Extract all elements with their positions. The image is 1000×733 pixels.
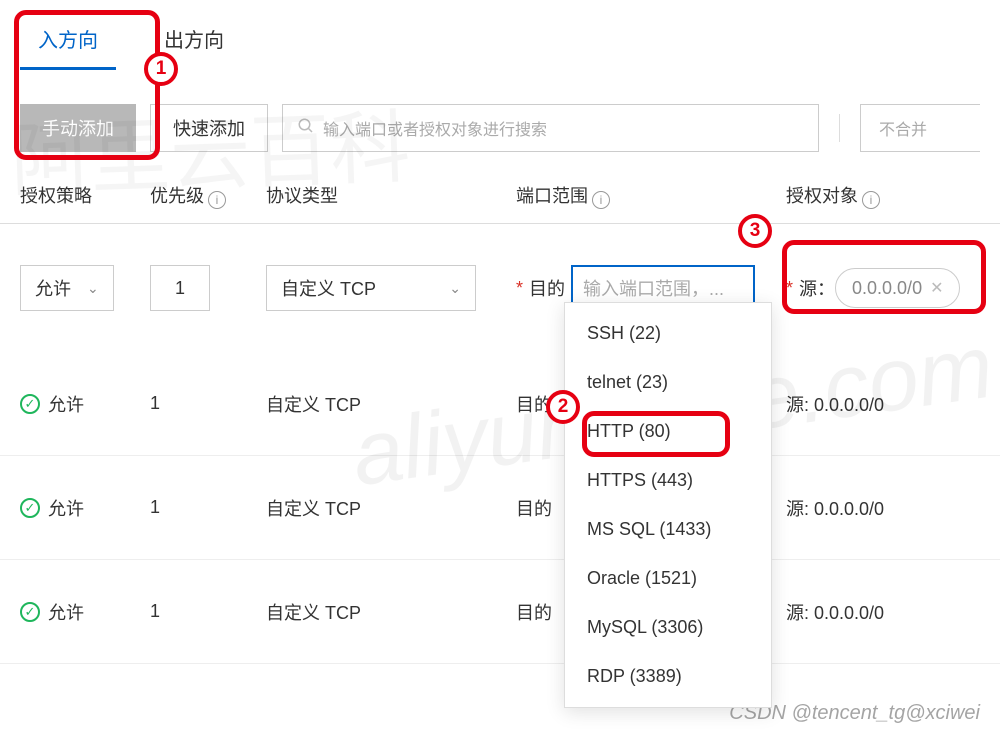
chevron-down-icon: ⌄ [87,280,99,297]
search-placeholder: 输入端口或者授权对象进行搜索 [323,116,547,140]
cell-source: 源: 0.0.0.0/0 [786,391,980,417]
source-label: 源： [799,275,835,301]
cell-priority: 1 [150,601,266,622]
cell-source: 源: 0.0.0.0/0 [786,599,980,625]
col-header-port: 端口范围i [516,182,786,209]
info-icon[interactable]: i [862,191,880,209]
dropdown-item-telnet[interactable]: telnet (23) [565,358,771,407]
col-header-policy: 授权策略 [20,182,150,209]
policy-select[interactable]: 允许 ⌄ [20,265,114,311]
info-icon[interactable]: i [208,191,226,209]
cell-protocol: 自定义 TCP [266,495,516,521]
table-header: 授权策略 优先级i 协议类型 端口范围i 授权对象i [0,152,1000,224]
divider [839,114,840,142]
manual-add-button[interactable]: 手动添加 [20,104,136,152]
cell-policy: 允许 [48,599,84,625]
dropdown-item-mysql[interactable]: MySQL (3306) [565,603,771,652]
quick-add-button[interactable]: 快速添加 [150,104,268,152]
dropdown-item-rdp[interactable]: RDP (3389) [565,652,771,701]
dropdown-item-ssh[interactable]: SSH (22) [565,309,771,358]
policy-value: 允许 [35,275,71,301]
cell-source: 源: 0.0.0.0/0 [786,495,980,521]
cell-protocol: 自定义 TCP [266,599,516,625]
check-icon: ✓ [20,394,40,414]
cell-policy: 允许 [48,391,84,417]
source-chip[interactable]: 0.0.0.0/0 ✕ [835,268,960,308]
dropdown-item-http[interactable]: HTTP (80) [565,407,771,456]
cell-protocol: 自定义 TCP [266,391,516,417]
protocol-value: 自定义 TCP [281,275,376,301]
check-icon: ✓ [20,498,40,518]
tab-inbound[interactable]: 入方向 [20,8,116,70]
port-dropdown: SSH (22) telnet (23) HTTP (80) HTTPS (44… [564,302,772,708]
edit-row: 允许 ⌄ 1 自定义 TCP ⌄ * 目的 输入端口范围，... * 源： 0.… [0,224,1000,352]
col-header-target: 授权对象i [786,182,980,209]
cell-policy: 允许 [48,495,84,521]
annotation-badge-2: 2 [546,390,580,424]
table-row: ✓ 允许 1 自定义 TCP 目的 源: 0.0.0.0/0 [0,352,1000,456]
cell-priority: 1 [150,497,266,518]
search-icon [297,117,315,140]
info-icon[interactable]: i [592,191,610,209]
port-label: 目的 [529,275,565,301]
chevron-down-icon: ⌄ [449,280,461,297]
check-icon: ✓ [20,602,40,622]
cell-priority: 1 [150,393,266,414]
table-row: ✓ 允许 1 自定义 TCP 目的 源: 0.0.0.0/0 [0,560,1000,664]
table-row: ✓ 允许 1 自定义 TCP 目的 源: 0.0.0.0/0 [0,456,1000,560]
merge-select[interactable]: 不合并 [860,104,980,152]
source-chip-text: 0.0.0.0/0 [852,278,922,299]
dropdown-item-oracle[interactable]: Oracle (1521) [565,554,771,603]
dropdown-item-mssql[interactable]: MS SQL (1433) [565,505,771,554]
priority-input[interactable]: 1 [150,265,210,311]
required-marker: * [516,278,523,299]
port-placeholder: 输入端口范围，... [583,275,724,301]
dropdown-item-https[interactable]: HTTPS (443) [565,456,771,505]
protocol-select[interactable]: 自定义 TCP ⌄ [266,265,476,311]
priority-value: 1 [175,278,185,299]
search-input[interactable]: 输入端口或者授权对象进行搜索 [282,104,819,152]
close-icon[interactable]: ✕ [930,278,943,298]
annotation-badge-1: 1 [144,52,178,86]
col-header-protocol: 协议类型 [266,182,516,209]
required-marker: * [786,278,793,299]
col-header-priority: 优先级i [150,182,266,209]
annotation-badge-3: 3 [738,214,772,248]
